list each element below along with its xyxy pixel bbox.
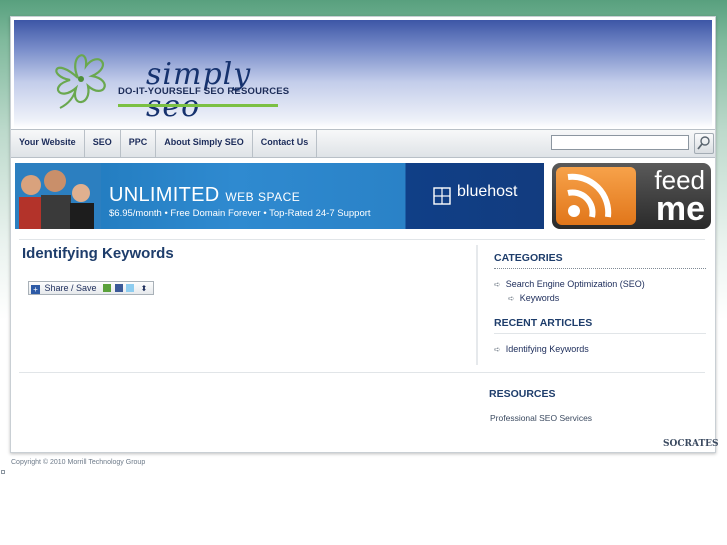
nav-item-ppc[interactable]: PPC [121, 130, 157, 157]
plus-icon: + [31, 285, 40, 294]
main-nav: Your Website SEO PPC About Simply SEO Co… [11, 129, 715, 158]
updown-icon: ⬍ [140, 284, 148, 293]
category-label: Keywords [519, 293, 560, 303]
me-word: me [655, 190, 705, 228]
socrates-credit[interactable]: SOCRATES [663, 439, 719, 449]
twitter-icon [126, 284, 135, 292]
resources-title: RESOURCES [489, 388, 556, 400]
category-item-seo[interactable]: ➪ Search Engine Optimization (SEO) [494, 279, 645, 289]
nav-item-seo[interactable]: SEO [85, 130, 121, 157]
divider [19, 239, 705, 240]
banner-title: UNLIMITED WEB SPACE [109, 184, 300, 208]
banner-subtitle: $6.95/month • Free Domain Forever • Top-… [109, 208, 371, 219]
nav-item-your-website[interactable]: Your Website [11, 130, 85, 157]
share-save-button[interactable]: + Share / Save ⬍ [28, 281, 154, 295]
facebook-icon [114, 284, 123, 292]
categories-title: CATEGORIES [494, 252, 563, 264]
feed-me-ad[interactable]: feed me [552, 163, 711, 229]
post-title[interactable]: Identifying Keywords [22, 245, 174, 262]
recent-articles-title: RECENT ARTICLES [494, 317, 593, 329]
search-icon [697, 136, 710, 150]
tracking-pixel [1, 470, 5, 474]
bluehost-ad-banner[interactable]: UNLIMITED WEB SPACE $6.95/month • Free D… [15, 163, 544, 229]
banner-title-big: UNLIMITED [109, 184, 220, 206]
divider [19, 372, 705, 373]
copyright-text: Copyright © 2010 Morrill Technology Grou… [11, 459, 146, 466]
email-icon [103, 284, 112, 292]
logo-underline [118, 104, 278, 107]
recent-item-identifying-keywords[interactable]: ➪ Identifying Keywords [494, 344, 589, 354]
category-item-keywords[interactable]: ➪ Keywords [508, 293, 559, 303]
people-photo-icon [15, 163, 101, 229]
resources-item-seo-services[interactable]: Professional SEO Services [490, 413, 592, 423]
search-input[interactable] [551, 135, 689, 150]
page-frame: simply seo DO-IT-YOURSELF SEO RESOURCES … [10, 16, 719, 453]
share-label: Share / Save [44, 283, 97, 293]
bluehost-grid-icon [433, 187, 451, 205]
nav-item-about[interactable]: About Simply SEO [156, 130, 253, 157]
search-button[interactable] [694, 133, 714, 154]
site-logo[interactable]: simply seo DO-IT-YOURSELF SEO RESOURCES [48, 46, 289, 123]
sidebar-divider [476, 245, 478, 365]
arrow-icon: ➪ [494, 280, 501, 289]
rss-icon [556, 167, 636, 225]
site-header: simply seo DO-IT-YOURSELF SEO RESOURCES [14, 20, 712, 128]
banner-brand: bluehost [457, 183, 518, 200]
nav-item-contact[interactable]: Contact Us [253, 130, 318, 157]
recent-underline [494, 333, 706, 335]
arrow-icon: ➪ [508, 294, 515, 303]
category-label: Search Engine Optimization (SEO) [505, 279, 645, 289]
arrow-icon: ➪ [494, 345, 501, 354]
banner-title-small: WEB SPACE [225, 190, 301, 204]
categories-underline [494, 268, 706, 270]
recent-label: Identifying Keywords [505, 344, 589, 354]
clover-logo-icon [55, 54, 106, 109]
logo-subtitle: DO-IT-YOURSELF SEO RESOURCES [118, 86, 290, 97]
